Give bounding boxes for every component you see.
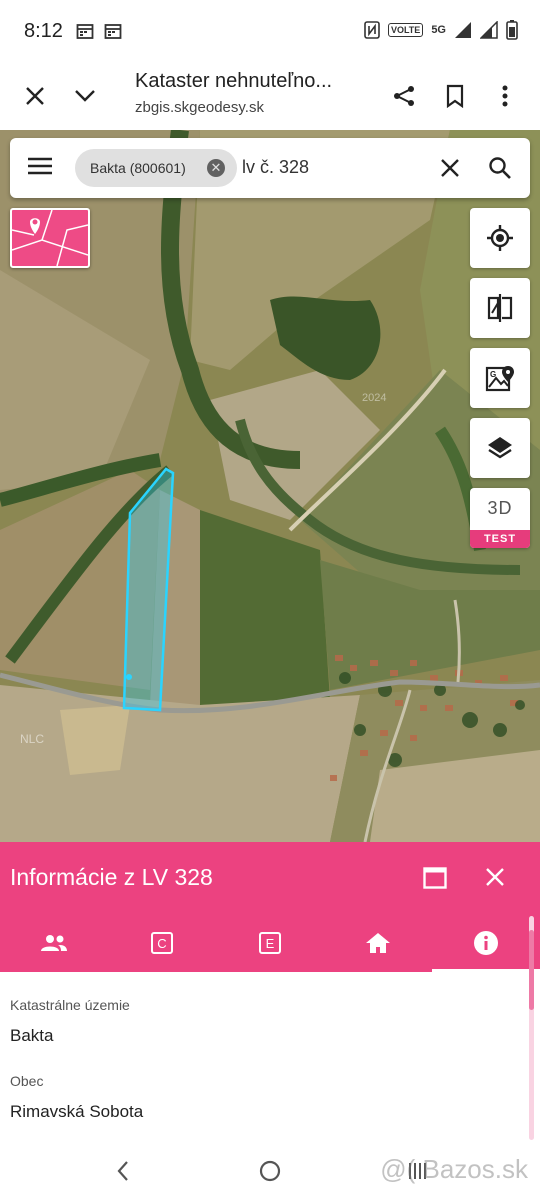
share-icon — [394, 86, 414, 106]
c-register-icon: C — [151, 932, 173, 954]
notification-icons — [76, 22, 122, 40]
bookmark-button[interactable] — [437, 78, 473, 114]
chevron-down-icon — [75, 90, 95, 102]
clear-search-button[interactable] — [439, 157, 461, 184]
calendar-icon — [104, 24, 122, 39]
info-panel-header: Informácie z LV 328 — [0, 842, 540, 914]
close-panel-button[interactable] — [485, 867, 505, 892]
minimize-button[interactable] — [67, 78, 103, 114]
3d-mode-button[interactable]: 3D TEST — [470, 488, 530, 548]
menu-icon — [28, 157, 52, 175]
tab-e-register[interactable]: E — [216, 914, 324, 972]
calendar-icon — [76, 24, 94, 39]
3d-label: 3D — [487, 498, 513, 518]
volte-badge: VOLTE — [387, 23, 424, 37]
test-badge: TEST — [470, 530, 530, 548]
my-location-icon — [487, 225, 513, 251]
e-register-icon: E — [259, 932, 281, 954]
more-options-button[interactable] — [487, 78, 523, 114]
close-icon — [486, 868, 504, 886]
my-location-button[interactable] — [470, 208, 530, 268]
bazos-watermark: @( Bazos.sk — [380, 1154, 528, 1184]
map-search-icon: G — [485, 366, 514, 392]
signal-icon — [455, 22, 471, 38]
layers-button[interactable] — [470, 418, 530, 478]
maximize-panel-button[interactable] — [423, 867, 447, 894]
status-bar: 8:12 VOLTE 5G — [0, 0, 540, 62]
svg-text:C: C — [157, 936, 166, 951]
field-value-municipality: Rimavská Sobota — [10, 1102, 144, 1121]
cadastre-layer-toggle[interactable] — [10, 208, 90, 268]
close-icon — [441, 159, 459, 177]
home-circle-icon — [259, 1160, 281, 1182]
signal-icon — [480, 21, 498, 39]
panel-tabs: C E — [0, 914, 540, 972]
menu-button[interactable] — [28, 156, 52, 181]
network-type: 5G — [431, 24, 446, 36]
svg-text:E: E — [266, 936, 275, 951]
more-vert-icon — [502, 85, 508, 107]
tab-owners[interactable] — [0, 914, 108, 972]
info-icon — [474, 931, 498, 955]
field-label-cadastral-area: Katastrálne územie — [10, 997, 130, 1013]
maximize-icon — [423, 867, 447, 889]
compare-button[interactable] — [470, 278, 530, 338]
search-input[interactable]: lv č. 328 — [242, 157, 309, 178]
cadastre-filter-chip[interactable]: Bakta (800601) ✕ — [75, 149, 237, 187]
svg-text:G: G — [490, 370, 496, 379]
home-button[interactable] — [255, 1156, 285, 1186]
search-icon — [489, 157, 511, 179]
close-icon — [26, 87, 44, 105]
search-bar: Bakta (800601) ✕ lv č. 328 — [10, 138, 530, 198]
status-time: 8:12 — [24, 20, 63, 42]
page-url[interactable]: zbgis.skgeodesy.sk — [135, 99, 264, 116]
share-button[interactable] — [386, 78, 422, 114]
map-watermark: NLC — [20, 732, 45, 746]
tab-c-register[interactable]: C — [108, 914, 216, 972]
field-label-municipality: Obec — [10, 1073, 44, 1089]
system-nav-bar: @( Bazos.sk — [0, 1140, 540, 1200]
close-tab-button[interactable] — [17, 78, 53, 114]
owners-icon — [41, 935, 67, 951]
chip-remove-icon[interactable]: ✕ — [207, 159, 225, 177]
browser-toolbar: Kataster nehnuteľno... zbgis.skgeodesy.s… — [0, 62, 540, 130]
info-panel-body: Katastrálne územie Bakta Obec Rimavská S… — [0, 972, 540, 1140]
status-right: VOLTE 5G — [364, 20, 518, 40]
nfc-icon — [364, 21, 380, 39]
back-icon — [117, 1161, 128, 1181]
search-button[interactable] — [488, 156, 512, 185]
imagery-year: 2024 — [362, 392, 387, 404]
chip-label: Bakta (800601) — [90, 160, 186, 176]
bookmark-icon — [446, 84, 464, 108]
panel-scrollbar-thumb[interactable] — [529, 930, 534, 1010]
map-search-button[interactable]: G — [470, 348, 530, 408]
back-button[interactable] — [108, 1156, 138, 1186]
compare-icon — [487, 294, 513, 322]
battery-icon — [506, 20, 518, 40]
tab-info[interactable] — [432, 914, 540, 972]
cadastre-map-icon — [12, 210, 88, 266]
panel-title: Informácie z LV 328 — [10, 864, 213, 890]
page-title: Kataster nehnuteľno... — [135, 70, 333, 92]
layers-icon — [488, 437, 512, 459]
field-value-cadastral-area: Bakta — [10, 1026, 54, 1045]
tab-buildings[interactable] — [324, 914, 432, 972]
building-icon — [366, 933, 390, 953]
